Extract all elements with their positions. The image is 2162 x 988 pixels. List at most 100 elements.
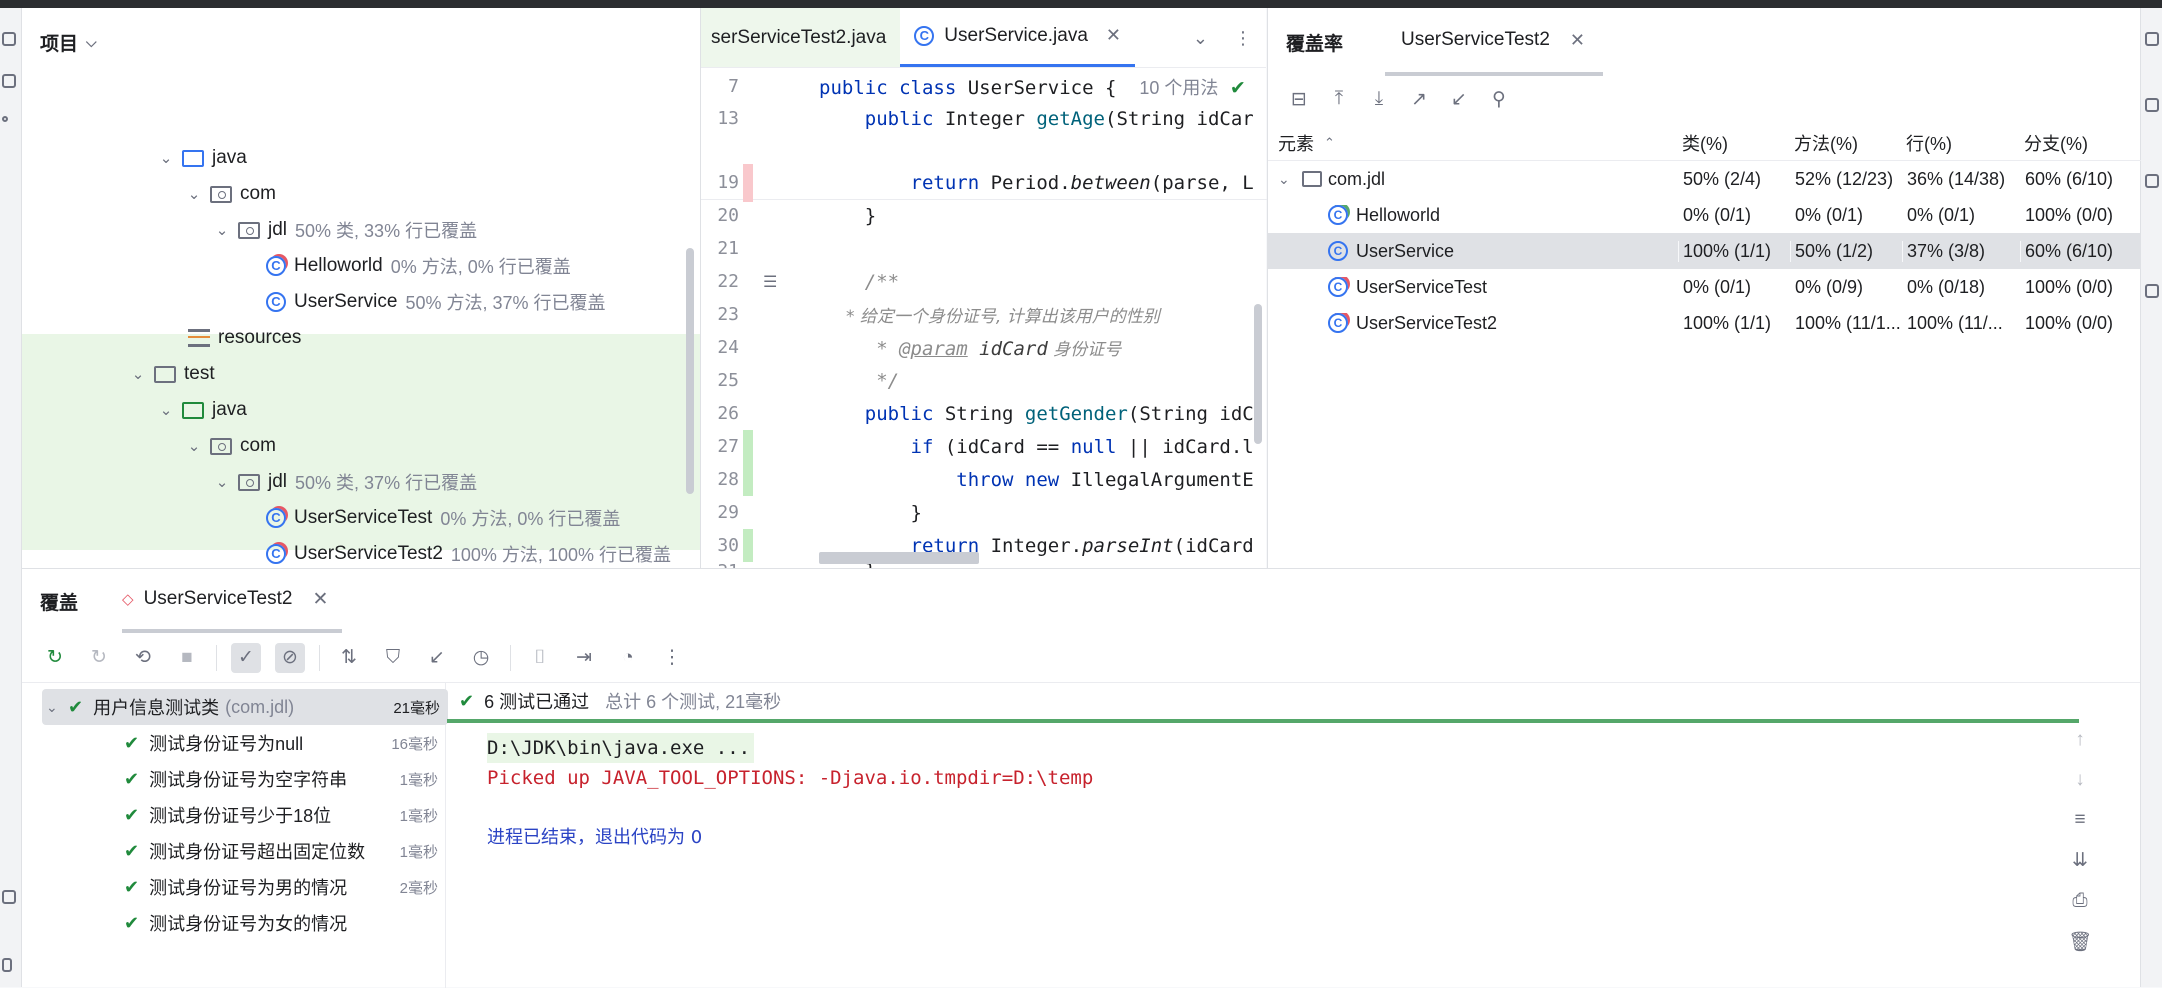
database-icon[interactable]: [2145, 98, 2159, 112]
close-icon[interactable]: ✕: [312, 588, 328, 611]
expand-up-icon[interactable]: ⤒: [1328, 88, 1350, 110]
chevron-down-icon[interactable]: ⌄: [156, 149, 176, 167]
more-vertical-icon[interactable]: ⋮: [657, 643, 687, 673]
tree-node-label: test: [184, 363, 215, 384]
column-header[interactable]: 行(%): [1902, 130, 2020, 156]
tree-node-helloworld[interactable]: C Helloworld 0% 方法, 0% 行已覆盖: [22, 248, 571, 284]
folder-icon: [154, 365, 176, 383]
print-icon[interactable]: ⎙: [2072, 890, 2087, 912]
arrow-up-icon[interactable]: ↑: [2075, 729, 2085, 751]
import-results-icon[interactable]: ⇥: [569, 643, 599, 673]
more-tools-icon[interactable]: [2, 116, 8, 122]
usages-hint[interactable]: 10 个用法: [1139, 78, 1218, 98]
history-icon[interactable]: ◷: [466, 643, 496, 673]
tree-node-userservicetest2[interactable]: C UserServiceTest2 100% 方法, 100% 行已覆盖: [22, 536, 671, 572]
console-line-command[interactable]: D:\JDK\bin\java.exe ...: [487, 733, 755, 763]
run-tool-icon[interactable]: [2, 890, 16, 904]
gauge-icon[interactable]: ◔: [613, 643, 643, 673]
editor-tab-tools: ⌄ ⋮: [1193, 8, 1266, 67]
show-passed-icon[interactable]: ✓: [231, 642, 261, 673]
tree-node-test-jdl[interactable]: ⌄ jdl 50% 类, 37% 行已覆盖: [22, 464, 477, 500]
notifications-icon[interactable]: [2145, 32, 2159, 46]
rerun-failed-icon[interactable]: ↻: [84, 643, 114, 673]
trash-icon[interactable]: 🗑: [2068, 930, 2092, 954]
doc-render-icon[interactable]: ☰: [763, 272, 777, 291]
tree-node-test-java[interactable]: ⌄ java: [22, 392, 247, 428]
console-output[interactable]: ✔ 6 测试已通过 总计 6 个测试, 21毫秒 D:\JDK\bin\java…: [447, 683, 2100, 988]
chevron-down-icon[interactable]: ⌵: [86, 34, 97, 51]
tree-node-userservicetest[interactable]: C UserServiceTest 0% 方法, 0% 行已覆盖: [22, 500, 620, 536]
shield-icon[interactable]: ⛉: [378, 643, 408, 673]
tree-node-main-resources[interactable]: resources: [22, 320, 301, 356]
test-case-row[interactable]: ✔ 测试身份证号为男的情况 2毫秒: [42, 869, 446, 905]
close-icon[interactable]: ✕: [1106, 25, 1121, 46]
tab-coverage-suite[interactable]: UserServiceTest2 ✕: [1385, 8, 1603, 76]
navigate-to-source-icon[interactable]: ↗: [1408, 88, 1430, 111]
chevron-down-icon[interactable]: ⌄: [212, 221, 232, 239]
stop-icon[interactable]: ■: [172, 643, 202, 673]
editor-horizontal-scrollbar[interactable]: [819, 552, 979, 564]
close-icon[interactable]: ✕: [1570, 30, 1585, 51]
test-case-row[interactable]: ✔ 测试身份证号为空字符串 1毫秒: [42, 761, 446, 797]
chevron-down-icon[interactable]: ⌄: [184, 437, 204, 455]
table-row[interactable]: C UserServiceTest 0% (0/1) 0% (0/9) 0% (0…: [1268, 269, 2141, 305]
project-panel-header[interactable]: 项目 ⌵: [22, 8, 700, 76]
collapse-icon[interactable]: ↙: [422, 643, 452, 673]
tree-node-main-java[interactable]: ⌄ java: [22, 140, 247, 176]
table-row[interactable]: C Helloworld 0% (0/1) 0% (0/1) 0% (0/1) 1…: [1268, 197, 2141, 233]
chevron-down-icon[interactable]: ⌄: [128, 365, 148, 383]
arrow-down-icon[interactable]: ↓: [2075, 769, 2085, 791]
chevron-down-icon[interactable]: ⌄: [212, 473, 232, 491]
coverage-tool-icon[interactable]: [2145, 284, 2159, 298]
table-row-selected[interactable]: C UserService 100% (1/1) 50% (1/2) 37% (3…: [1268, 233, 2141, 269]
check-icon: ✔: [124, 876, 140, 898]
code-line: 19 return Period.between(parse, L: [701, 166, 1267, 199]
column-header[interactable]: 方法(%): [1790, 130, 1902, 156]
test-case-row[interactable]: ✔ 测试身份证号为女的情况: [42, 905, 446, 941]
soft-wrap-icon[interactable]: ≡: [2074, 809, 2085, 831]
chevron-down-icon[interactable]: ⌄: [184, 185, 204, 203]
camera-icon[interactable]: ⌷: [525, 643, 555, 673]
tab-userservice-java[interactable]: C UserService.java ✕: [900, 8, 1135, 67]
more-vertical-icon[interactable]: ⋮: [1234, 28, 1252, 49]
column-header[interactable]: 元素 ⌃: [1268, 130, 1678, 156]
structure-tool-icon[interactable]: [2, 74, 16, 88]
chevron-down-icon[interactable]: ⌄: [1278, 171, 1296, 188]
table-row[interactable]: C UserServiceTest2 100% (1/1) 100% (11/1.…: [1268, 305, 2141, 341]
maven-icon[interactable]: [2145, 174, 2159, 188]
filter-icon[interactable]: ⚲: [1488, 88, 1510, 111]
test-suite-row[interactable]: ⌄ ✔ 用户信息测试类 (com.jdl) 21毫秒: [42, 689, 448, 725]
test-case-row[interactable]: ✔ 测试身份证号少于18位 1毫秒: [42, 797, 446, 833]
source-folder-icon: [182, 149, 204, 167]
show-ignored-icon[interactable]: ⊘: [275, 642, 305, 673]
table-row[interactable]: ⌄ com.jdl 50% (2/4) 52% (12/23) 36% (14/3…: [1268, 161, 2141, 197]
sort-icon[interactable]: ⇅: [334, 643, 364, 673]
chevron-down-icon[interactable]: ⌄: [46, 699, 68, 716]
column-header[interactable]: 分支(%): [2020, 130, 2141, 156]
tree-node-test[interactable]: ⌄ test: [22, 356, 215, 392]
project-tree-scrollbar[interactable]: [686, 248, 694, 494]
flatten-packages-icon[interactable]: ⊟: [1288, 88, 1310, 111]
sort-up-icon[interactable]: ⌃: [1324, 135, 1335, 151]
tree-node-test-com[interactable]: ⌄ com: [22, 428, 276, 464]
editor-vertical-scrollbar[interactable]: [1254, 304, 1262, 444]
column-header[interactable]: 类(%): [1678, 130, 1790, 156]
terminal-tool-icon[interactable]: [2, 958, 12, 972]
chevron-down-icon[interactable]: ⌄: [1193, 28, 1208, 49]
row-branch-coverage: 60% (6/10): [2020, 168, 2141, 190]
row-name: Helloworld: [1356, 204, 1441, 225]
collapse-down-icon[interactable]: ⤓: [1368, 88, 1390, 110]
toggle-auto-test-icon[interactable]: ⟲: [128, 643, 158, 673]
tree-node-userservice[interactable]: C UserService 50% 方法, 37% 行已覆盖: [22, 284, 606, 320]
tab-run-config[interactable]: ◇ UserServiceTest2 ✕: [122, 569, 343, 633]
tab-userservicetest2-java[interactable]: serServiceTest2.java: [701, 8, 901, 67]
test-case-row[interactable]: ✔ 测试身份证号超出固定位数 1毫秒: [42, 833, 446, 869]
test-case-row[interactable]: ✔ 测试身份证号为null 16毫秒: [42, 725, 446, 761]
import-icon[interactable]: ↙: [1448, 88, 1470, 111]
scroll-to-end-icon[interactable]: ⇊: [2072, 849, 2088, 872]
chevron-down-icon[interactable]: ⌄: [156, 401, 176, 419]
tree-node-main-com[interactable]: ⌄ com: [22, 176, 276, 212]
rerun-icon[interactable]: ↻: [40, 643, 70, 673]
tree-node-main-jdl[interactable]: ⌄ jdl 50% 类, 33% 行已覆盖: [22, 212, 477, 248]
project-tool-icon[interactable]: [2, 32, 16, 46]
